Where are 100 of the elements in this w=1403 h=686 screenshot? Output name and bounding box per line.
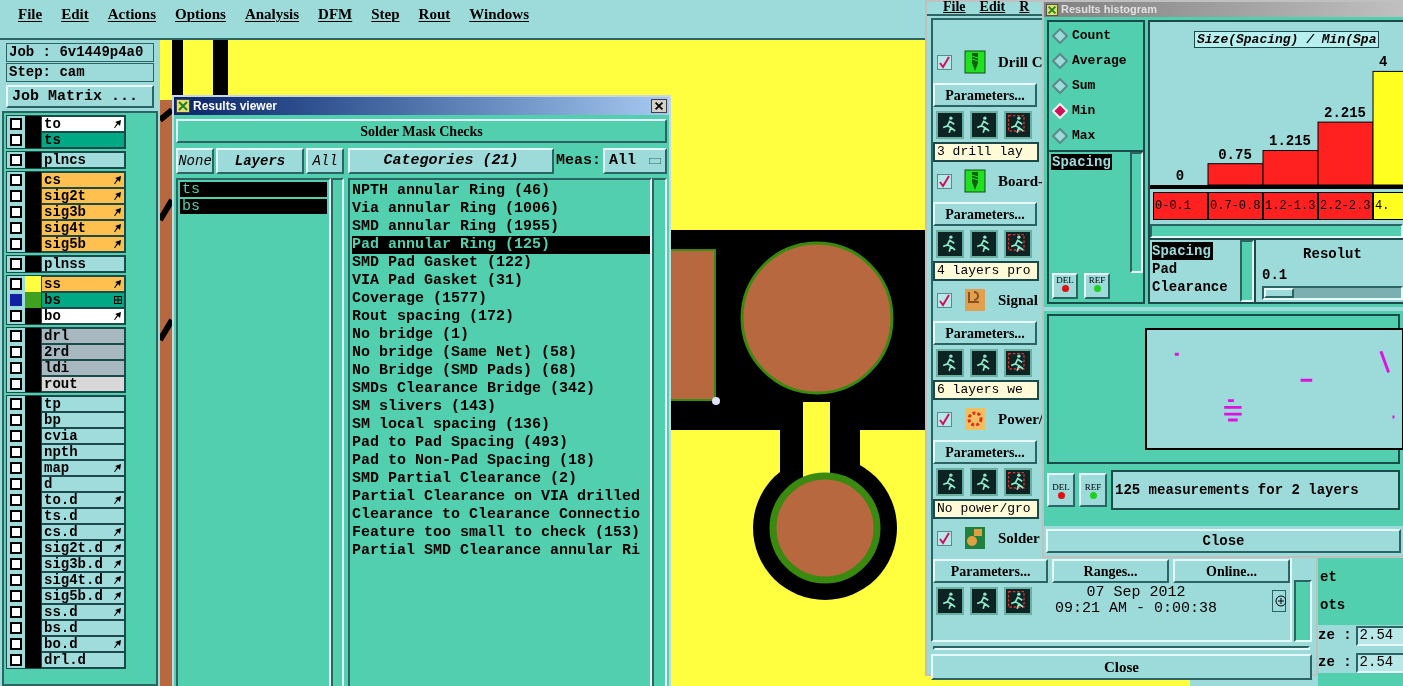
layer-checkbox[interactable] bbox=[10, 478, 22, 490]
category-item[interactable]: Partial SMD Clearance annular Ri bbox=[352, 542, 650, 560]
running-figure-icon[interactable] bbox=[970, 230, 998, 258]
slider-thumb[interactable] bbox=[1264, 288, 1294, 298]
layer-button[interactable]: 2rd bbox=[41, 344, 125, 360]
layer-button[interactable]: drl.d bbox=[41, 652, 125, 668]
layer-button[interactable]: ss bbox=[41, 276, 125, 292]
layer-checkbox[interactable] bbox=[10, 190, 22, 202]
radio-label[interactable]: Sum bbox=[1072, 79, 1096, 93]
category-item[interactable]: NPTH annular Ring (46) bbox=[352, 182, 650, 200]
layer-checkbox[interactable] bbox=[10, 222, 22, 234]
menu-item[interactable]: R bbox=[1019, 0, 1030, 17]
checks-header-button[interactable]: Solder Mask Checks bbox=[176, 119, 667, 143]
layer-button[interactable]: cs bbox=[41, 172, 125, 188]
menu-item[interactable]: Edit bbox=[61, 3, 89, 26]
menu-item[interactable]: Windows bbox=[469, 3, 529, 26]
list-action-button[interactable]: REF bbox=[1084, 273, 1110, 299]
action-button[interactable]: Parameters... bbox=[933, 202, 1037, 226]
category-item[interactable]: SMD Partial Clearance (2) bbox=[352, 470, 650, 488]
layer-checkbox[interactable] bbox=[10, 238, 22, 250]
running-figure-icon[interactable] bbox=[936, 230, 964, 258]
layer-checkbox[interactable] bbox=[10, 590, 22, 602]
running-figure-icon[interactable] bbox=[970, 468, 998, 496]
scrollbar[interactable] bbox=[331, 178, 344, 686]
menu-item[interactable]: File bbox=[943, 0, 966, 17]
attribute-item[interactable]: Pad bbox=[1152, 260, 1180, 278]
layer-button[interactable]: plncs bbox=[41, 152, 125, 168]
layer-checkbox[interactable] bbox=[10, 446, 22, 458]
layer-button[interactable]: cvia bbox=[41, 428, 125, 444]
layer-checkbox[interactable] bbox=[10, 378, 22, 390]
running-figure-icon[interactable] bbox=[970, 111, 998, 139]
layer-button[interactable]: bs bbox=[41, 292, 125, 308]
category-item[interactable]: Via annular Ring (1006) bbox=[352, 200, 650, 218]
layer-checkbox[interactable] bbox=[10, 622, 22, 634]
running-figure-icon[interactable] bbox=[936, 468, 964, 496]
job-matrix-button[interactable]: Job Matrix ... bbox=[6, 85, 154, 108]
layer-button[interactable]: sig4t.d bbox=[41, 572, 125, 588]
running-figure-icon[interactable] bbox=[970, 349, 998, 377]
layer-checkbox[interactable] bbox=[10, 294, 22, 306]
checkbox[interactable] bbox=[937, 530, 952, 546]
category-item[interactable]: VIA Pad Gasket (31) bbox=[352, 272, 650, 290]
layer-button[interactable]: ss.d bbox=[41, 604, 125, 620]
layer-button[interactable]: bs.d bbox=[41, 620, 125, 636]
menu-item[interactable]: File bbox=[18, 3, 43, 26]
action-button[interactable]: Parameters... bbox=[933, 321, 1037, 345]
menu-item[interactable]: Options bbox=[175, 3, 226, 26]
scrollbar[interactable] bbox=[1150, 224, 1403, 238]
layer-checkbox[interactable] bbox=[10, 494, 22, 506]
checkbox[interactable] bbox=[937, 173, 952, 189]
layer-checkbox[interactable] bbox=[10, 542, 22, 554]
action-button[interactable]: Parameters... bbox=[933, 83, 1037, 107]
running-figure-icon[interactable] bbox=[1004, 111, 1032, 139]
category-item[interactable]: No bridge (1) bbox=[352, 326, 650, 344]
category-item[interactable]: Coverage (1577) bbox=[352, 290, 650, 308]
layer-checkbox[interactable] bbox=[10, 558, 22, 570]
scrollbar[interactable] bbox=[1130, 152, 1143, 273]
menu-item[interactable]: DFM bbox=[318, 3, 353, 26]
checkbox[interactable] bbox=[937, 54, 952, 70]
layer-list-item[interactable]: ts bbox=[180, 182, 327, 197]
radio-button[interactable] bbox=[1052, 53, 1068, 69]
running-figure-icon[interactable] bbox=[936, 349, 964, 377]
layer-checkbox[interactable] bbox=[10, 206, 22, 218]
plus-icon[interactable] bbox=[1272, 590, 1286, 612]
running-figure-icon[interactable] bbox=[1004, 468, 1032, 496]
layer-checkbox[interactable] bbox=[10, 510, 22, 522]
action-button[interactable]: Parameters... bbox=[933, 559, 1049, 583]
layer-checkbox[interactable] bbox=[10, 654, 22, 666]
layer-checkbox[interactable] bbox=[10, 638, 22, 650]
category-item[interactable]: Pad to Non-Pad Spacing (18) bbox=[352, 452, 650, 470]
layer-button[interactable]: sig4t bbox=[41, 220, 125, 236]
layer-filter-button[interactable]: All bbox=[306, 148, 344, 174]
layer-checkbox[interactable] bbox=[10, 398, 22, 410]
layer-button[interactable]: d bbox=[41, 476, 125, 492]
checkbox[interactable] bbox=[937, 411, 952, 427]
menu-item[interactable]: Step bbox=[371, 3, 400, 26]
layer-filter-button[interactable]: None bbox=[176, 148, 214, 174]
layer-button[interactable]: ts.d bbox=[41, 508, 125, 524]
layer-checkbox[interactable] bbox=[10, 462, 22, 474]
radio-label[interactable]: Count bbox=[1072, 29, 1111, 43]
scrollbar[interactable] bbox=[1294, 580, 1312, 642]
action-button[interactable]: Parameters... bbox=[933, 440, 1037, 464]
layer-checkbox[interactable] bbox=[10, 154, 22, 166]
category-item[interactable]: Pad annular Ring (125) bbox=[352, 236, 650, 254]
running-figure-icon[interactable] bbox=[1004, 230, 1032, 258]
layer-button[interactable]: sig3b.d bbox=[41, 556, 125, 572]
layer-button[interactable]: tp bbox=[41, 396, 125, 412]
scrollbar[interactable] bbox=[652, 178, 667, 686]
layer-button[interactable]: map bbox=[41, 460, 125, 476]
layer-button[interactable]: npth bbox=[41, 444, 125, 460]
layer-button[interactable]: to.d bbox=[41, 492, 125, 508]
preview-action-button[interactable]: REF bbox=[1079, 473, 1107, 507]
category-item[interactable]: SMD annular Ring (1955) bbox=[352, 218, 650, 236]
category-item[interactable]: Rout spacing (172) bbox=[352, 308, 650, 326]
layer-button[interactable]: bo.d bbox=[41, 636, 125, 652]
radio-label[interactable]: Min bbox=[1072, 104, 1096, 118]
attribute-item[interactable]: Clearance bbox=[1152, 278, 1230, 296]
layer-button[interactable]: to bbox=[41, 116, 125, 132]
layer-checkbox[interactable] bbox=[10, 346, 22, 358]
scrollbar[interactable] bbox=[1240, 240, 1254, 302]
category-item[interactable]: Clearance to Clearance Connectio bbox=[352, 506, 650, 524]
